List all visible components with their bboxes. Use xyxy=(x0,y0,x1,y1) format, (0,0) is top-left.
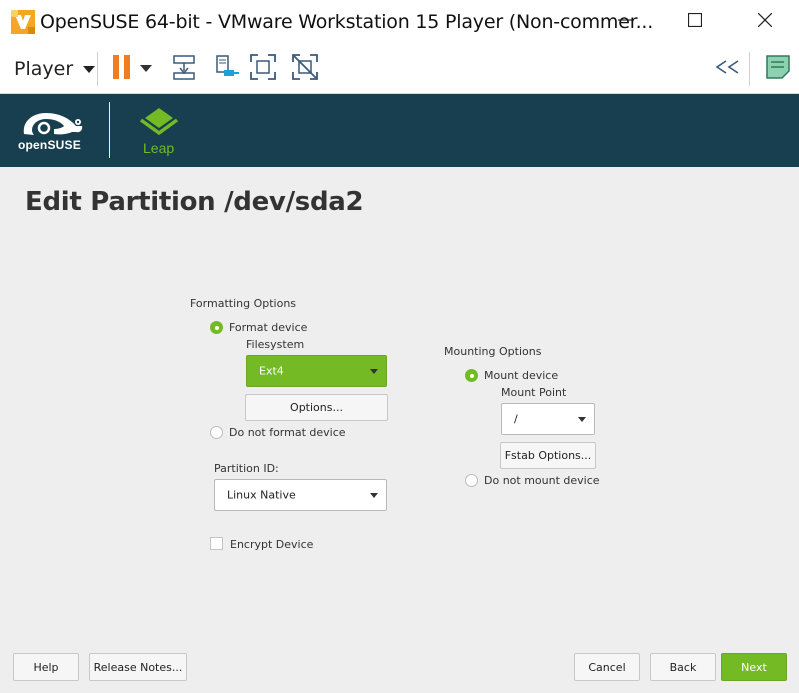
maximize-icon xyxy=(687,12,703,32)
mount-device-radio[interactable] xyxy=(465,369,478,382)
format-options-button[interactable]: Options... xyxy=(245,394,388,421)
player-menu-button[interactable]: Player xyxy=(6,52,103,86)
vmware-toolbar: Player xyxy=(0,44,799,94)
pause-dropdown-button[interactable] xyxy=(136,53,156,85)
encrypt-device-label[interactable]: Encrypt Device xyxy=(230,538,313,551)
chevron-down-icon xyxy=(578,417,586,422)
mount-point-label: Mount Point xyxy=(501,386,567,399)
installer-content: Edit Partition /dev/sda2 Formatting Opti… xyxy=(0,167,799,693)
close-button[interactable] xyxy=(730,0,799,44)
toolbar-divider xyxy=(97,52,98,86)
unity-icon xyxy=(291,53,319,86)
mount-point-select[interactable]: / xyxy=(501,403,595,435)
send-keys-icon xyxy=(171,53,199,86)
pause-icon xyxy=(111,54,133,85)
release-notes-button[interactable]: Release Notes... xyxy=(89,653,187,681)
do-not-format-label[interactable]: Do not format device xyxy=(229,426,346,439)
partition-id-select[interactable]: Linux Native xyxy=(214,479,387,511)
page-title: Edit Partition /dev/sda2 xyxy=(25,187,364,217)
partition-id-value: Linux Native xyxy=(227,488,296,502)
fullscreen-button[interactable] xyxy=(247,53,279,85)
notes-icon xyxy=(765,54,791,85)
collapse-library-button[interactable] xyxy=(711,53,743,85)
filesystem-value: Ext4 xyxy=(259,364,284,378)
encrypt-device-checkbox[interactable] xyxy=(210,537,223,550)
fstab-options-button[interactable]: Fstab Options... xyxy=(500,442,596,469)
collapse-left-icon xyxy=(714,59,740,80)
toolbar-divider xyxy=(749,52,750,86)
removable-devices-button[interactable] xyxy=(210,53,242,85)
vmware-app-icon xyxy=(10,9,36,35)
installer-header: openSUSE Leap xyxy=(0,94,799,167)
mount-device-label[interactable]: Mount device xyxy=(484,369,558,382)
format-device-radio[interactable] xyxy=(210,321,223,334)
next-button[interactable]: Next xyxy=(721,653,787,681)
back-button[interactable]: Back xyxy=(650,653,716,681)
unity-button[interactable] xyxy=(289,53,321,85)
chevron-down-icon xyxy=(83,65,96,73)
chevron-down-icon xyxy=(370,369,378,374)
filesystem-label: Filesystem xyxy=(246,338,305,351)
maximize-button[interactable] xyxy=(660,0,730,44)
close-icon xyxy=(757,12,773,32)
minimize-button[interactable] xyxy=(590,0,660,44)
player-menu-label: Player xyxy=(14,58,74,80)
formatting-options-heading: Formatting Options xyxy=(190,297,297,310)
header-divider xyxy=(109,102,110,158)
format-device-label[interactable]: Format device xyxy=(229,321,307,334)
mount-point-value: / xyxy=(514,412,518,426)
chevron-down-icon xyxy=(370,493,378,498)
window-titlebar: OpenSUSE 64-bit - VMware Workstation 15 … xyxy=(0,0,799,44)
send-ctrl-alt-del-button[interactable] xyxy=(169,53,201,85)
filesystem-select[interactable]: Ext4 xyxy=(246,355,387,387)
minimize-icon xyxy=(618,13,632,32)
do-not-format-radio[interactable] xyxy=(210,426,223,439)
help-button[interactable]: Help xyxy=(13,653,79,681)
partition-id-label: Partition ID: xyxy=(214,462,279,475)
chevron-down-icon xyxy=(140,60,152,78)
pause-button[interactable] xyxy=(106,53,138,85)
leap-wordmark: Leap xyxy=(143,140,175,156)
fullscreen-icon xyxy=(249,53,277,86)
do-not-mount-label[interactable]: Do not mount device xyxy=(484,474,600,487)
window-title: OpenSUSE 64-bit - VMware Workstation 15 … xyxy=(40,11,654,33)
opensuse-wordmark: openSUSE xyxy=(18,138,81,152)
do-not-mount-radio[interactable] xyxy=(465,474,478,487)
cancel-button[interactable]: Cancel xyxy=(574,653,640,681)
removable-devices-icon xyxy=(212,53,240,86)
mounting-options-heading: Mounting Options xyxy=(444,345,542,358)
notes-button[interactable] xyxy=(762,53,794,85)
leap-logo-icon xyxy=(138,104,180,141)
